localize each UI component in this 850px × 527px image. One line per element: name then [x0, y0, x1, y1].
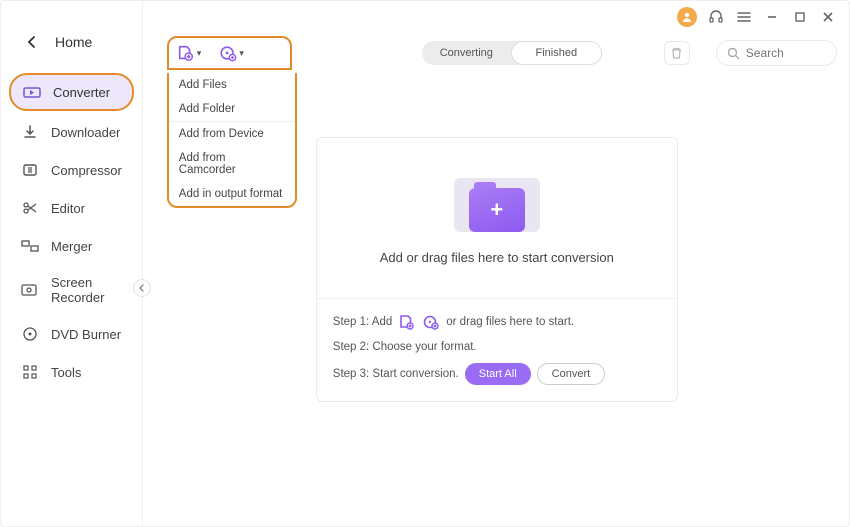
sidebar-item-screen-recorder[interactable]: Screen Recorder	[9, 267, 134, 313]
converter-icon	[23, 83, 41, 101]
add-disc-icon	[219, 44, 237, 62]
screen-recorder-icon	[21, 281, 39, 299]
plus-icon: +	[490, 197, 503, 223]
step-3-text: Step 3: Start conversion.	[333, 368, 459, 380]
close-button[interactable]	[819, 8, 837, 26]
minimize-button[interactable]	[763, 8, 781, 26]
conversion-tabs: Converting Finished	[422, 41, 602, 65]
conversion-card: + Add or drag files here to start conver…	[316, 137, 678, 402]
menu-icon[interactable]	[735, 8, 753, 26]
add-disc-button[interactable]: ▾	[219, 44, 244, 62]
add-file-icon	[177, 44, 195, 62]
convert-button[interactable]: Convert	[537, 363, 606, 385]
sidebar-item-editor[interactable]: Editor	[9, 191, 134, 225]
search-icon	[727, 47, 740, 60]
sidebar-item-label: Compressor	[51, 163, 122, 178]
dropdown-item-add-files[interactable]: Add Files	[169, 73, 295, 97]
chevron-down-icon: ▾	[239, 48, 244, 59]
sidebar-item-label: Downloader	[51, 125, 120, 140]
sidebar: Home Converter Downloader Compressor	[1, 1, 143, 526]
main-area: ▾ ▾ Converting Finished	[143, 1, 850, 526]
tab-label: Converting	[440, 47, 493, 59]
steps-panel: Step 1: Add or drag files here to start.…	[317, 298, 677, 401]
dropdown-item-add-folder[interactable]: Add Folder	[169, 97, 295, 121]
add-buttons-cluster: ▾ ▾	[167, 36, 292, 70]
maximize-button[interactable]	[791, 8, 809, 26]
user-avatar[interactable]	[677, 7, 697, 27]
sidebar-item-label: Editor	[51, 201, 85, 216]
search-input[interactable]	[746, 46, 826, 60]
step-1: Step 1: Add or drag files here to start.	[333, 313, 661, 331]
download-icon	[21, 123, 39, 141]
dropdown-item-add-in-output-format[interactable]: Add in output format	[169, 182, 295, 206]
sidebar-item-compressor[interactable]: Compressor	[9, 153, 134, 187]
add-file-icon[interactable]	[398, 313, 416, 331]
sidebar-item-tools[interactable]: Tools	[9, 355, 134, 389]
sidebar-item-label: DVD Burner	[51, 327, 121, 342]
step-2-text: Step 2: Choose your format.	[333, 341, 477, 353]
toolbar: ▾ ▾ Converting Finished	[143, 33, 850, 73]
chevron-down-icon: ▾	[197, 48, 202, 59]
sidebar-item-dvd-burner[interactable]: DVD Burner	[9, 317, 134, 351]
clear-button[interactable]	[664, 41, 690, 65]
sidebar-item-merger[interactable]: Merger	[9, 229, 134, 263]
step-3: Step 3: Start conversion. Start All Conv…	[333, 363, 661, 385]
titlebar	[143, 1, 850, 33]
add-disc-icon[interactable]	[422, 313, 440, 331]
add-file-button[interactable]: ▾	[177, 44, 202, 62]
app-window: Home Converter Downloader Compressor	[0, 0, 850, 527]
scissors-icon	[21, 199, 39, 217]
tools-icon	[21, 363, 39, 381]
folder-illustration: +	[452, 172, 542, 236]
sidebar-item-label: Screen Recorder	[51, 275, 122, 305]
tab-converting[interactable]: Converting	[422, 41, 511, 65]
start-all-button[interactable]: Start All	[465, 363, 531, 385]
merger-icon	[21, 237, 39, 255]
home-label: Home	[55, 34, 92, 50]
step-2: Step 2: Choose your format.	[333, 341, 661, 353]
dropdown-item-add-from-camcorder[interactable]: Add from Camcorder	[169, 146, 295, 182]
home-button[interactable]: Home	[1, 25, 142, 69]
sidebar-item-converter[interactable]: Converter	[9, 73, 134, 111]
dropdown-item-add-from-device[interactable]: Add from Device	[169, 121, 295, 146]
sidebar-item-label: Tools	[51, 365, 81, 380]
chevron-left-icon	[23, 33, 41, 51]
search-box[interactable]	[716, 40, 837, 66]
tab-finished[interactable]: Finished	[511, 41, 602, 65]
disc-icon	[21, 325, 39, 343]
drop-zone-text: Add or drag files here to start conversi…	[380, 250, 614, 265]
add-file-dropdown: Add Files Add Folder Add from Device Add…	[167, 73, 297, 208]
headset-icon[interactable]	[707, 8, 725, 26]
drop-zone[interactable]: + Add or drag files here to start conver…	[317, 138, 677, 298]
tab-label: Finished	[536, 47, 578, 59]
step-1-post: or drag files here to start.	[446, 316, 574, 328]
sidebar-item-downloader[interactable]: Downloader	[9, 115, 134, 149]
sidebar-item-label: Converter	[53, 85, 110, 100]
sidebar-item-label: Merger	[51, 239, 92, 254]
sidebar-nav: Converter Downloader Compressor Editor	[1, 69, 142, 393]
step-1-pre: Step 1: Add	[333, 316, 392, 328]
compressor-icon	[21, 161, 39, 179]
